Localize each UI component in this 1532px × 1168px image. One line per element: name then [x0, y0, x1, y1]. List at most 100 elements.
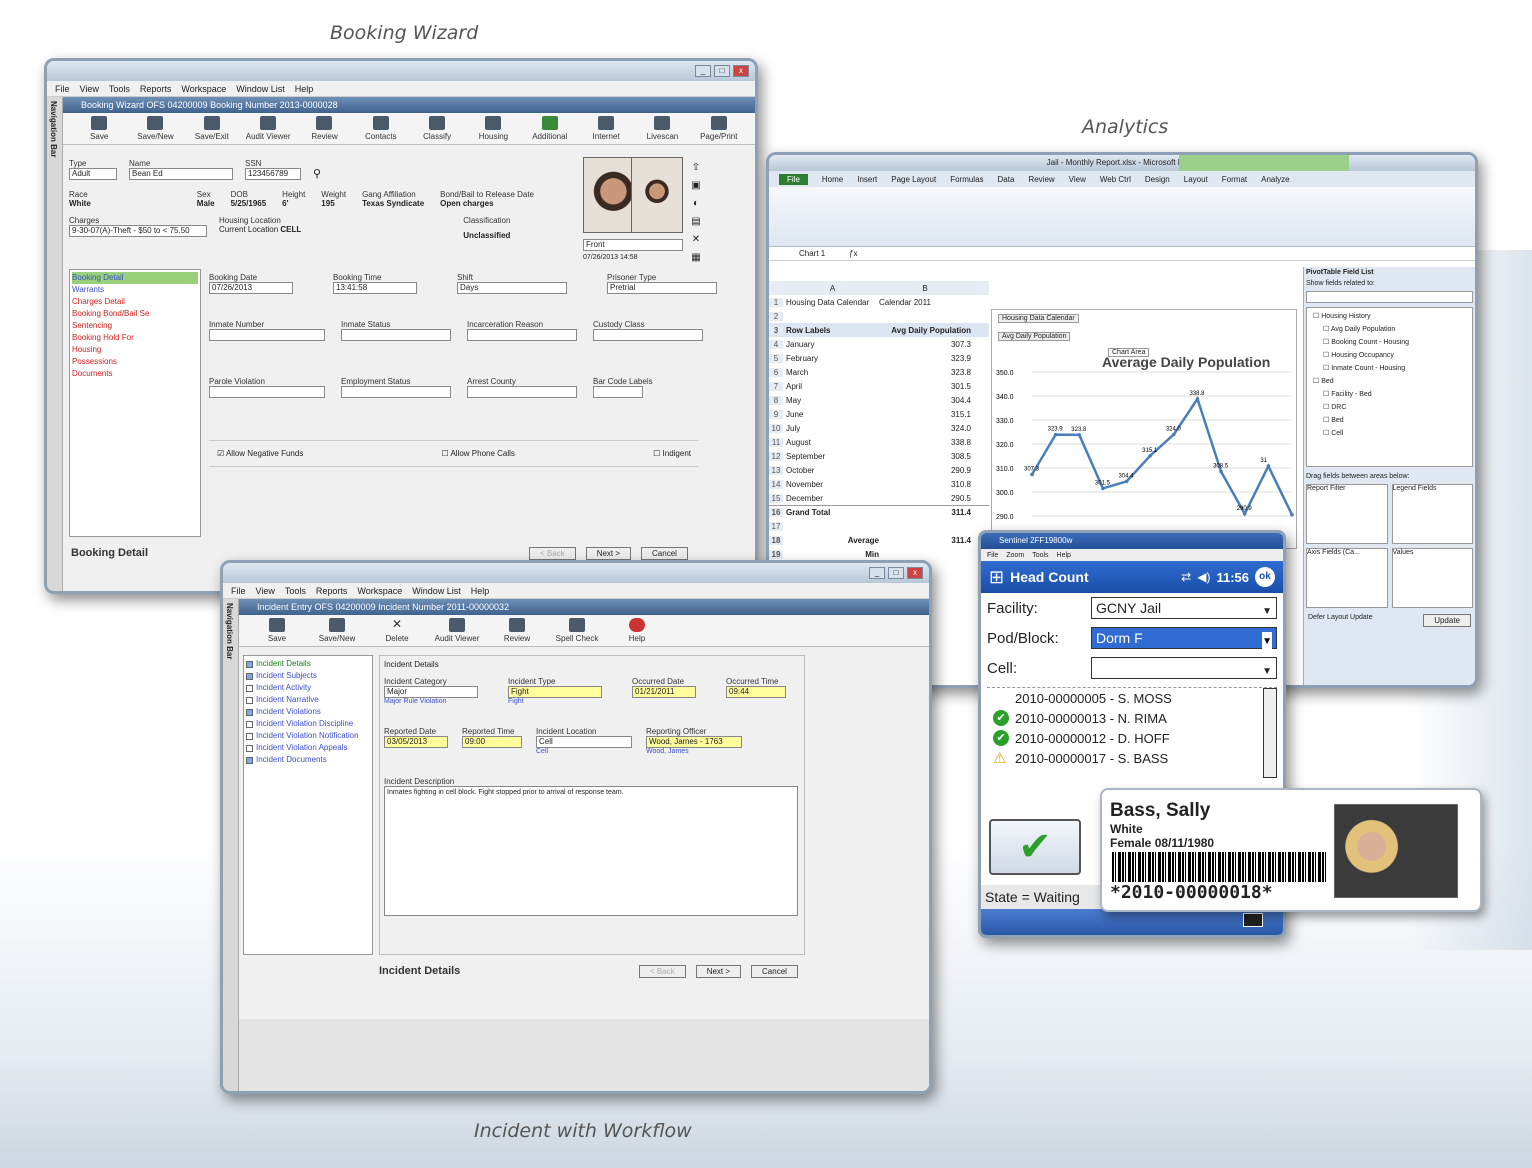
tree-item-hold[interactable]: Booking Hold For	[72, 332, 198, 344]
pivot-field-item[interactable]: ☐ Avg Daily Population	[1309, 323, 1470, 336]
next-button[interactable]: Next >	[695, 965, 742, 978]
booking-date-field[interactable]: 07/26/2013	[209, 282, 293, 294]
mobile-menu-zoom[interactable]: Zoom	[1006, 552, 1024, 559]
minimize-button[interactable]: _	[869, 567, 885, 579]
shift-select[interactable]: Days	[457, 282, 567, 294]
menu-window-list[interactable]: Window List	[236, 84, 285, 94]
cancel-button[interactable]: Cancel	[751, 965, 798, 978]
housing-button[interactable]: Housing	[467, 116, 519, 141]
tree-checkbox[interactable]	[246, 672, 253, 680]
reported-date-field[interactable]: 03/05/2013	[384, 736, 448, 748]
additional-button[interactable]: Additional	[524, 116, 576, 141]
binoculars-icon[interactable]: ⚲	[313, 159, 321, 180]
data-point[interactable]	[1124, 479, 1129, 484]
values-area[interactable]: Values	[1391, 548, 1473, 608]
row-value-cell[interactable]: 290.9	[879, 466, 975, 475]
tab-analyze[interactable]: Analyze	[1261, 175, 1289, 184]
mobile-menu-help[interactable]: Help	[1057, 552, 1071, 559]
confirm-checkmark-button[interactable]: ✔	[989, 819, 1081, 875]
series-line[interactable]	[1030, 396, 1294, 517]
speech-icon[interactable]: ◐	[689, 195, 703, 213]
menu-help[interactable]: Help	[295, 84, 314, 94]
axis-fields-area[interactable]: Axis Fields (Ca...	[1306, 548, 1388, 608]
save-new-button[interactable]: Save/New	[309, 618, 365, 643]
menu-tools[interactable]: Tools	[285, 586, 306, 596]
tree-checkbox[interactable]	[246, 660, 253, 668]
tab-layout[interactable]: Layout	[1184, 175, 1208, 184]
inmate-list-item[interactable]: ✔ 2010-00000012 - D. HOFF	[987, 728, 1277, 748]
pivot-field-item[interactable]: ☐ Booking Count - Housing	[1309, 336, 1470, 349]
data-point[interactable]	[1101, 486, 1105, 491]
mobile-menu-tools[interactable]: Tools	[1032, 552, 1048, 559]
keyboard-icon[interactable]	[1243, 913, 1263, 927]
indigent-checkbox[interactable]: ☐ Indigent	[653, 449, 691, 458]
pivot-field-item[interactable]: ☐ Facility - Bed	[1309, 388, 1470, 401]
defer-layout-checkbox[interactable]: Defer Layout Update	[1308, 614, 1373, 627]
data-point[interactable]	[1148, 453, 1152, 458]
tree-item-housing[interactable]: Housing	[72, 344, 198, 356]
maximize-button[interactable]: □	[888, 567, 904, 579]
menu-view[interactable]: View	[256, 586, 275, 596]
pivot-field-item[interactable]: ☐ DRC	[1309, 401, 1470, 414]
occurred-time-field[interactable]: 09:44	[726, 686, 786, 698]
prisoner-type-select[interactable]: Pretrial	[607, 282, 717, 294]
back-button[interactable]: < Back	[529, 547, 576, 560]
tree-checkbox[interactable]	[246, 684, 253, 692]
audit-viewer-button[interactable]: Audit Viewer	[429, 618, 485, 643]
parole-violation-select[interactable]	[209, 386, 325, 398]
data-point[interactable]	[1266, 464, 1271, 468]
delete-button[interactable]: ✕ Delete	[369, 618, 425, 643]
row-label-cell[interactable]: January	[783, 340, 879, 349]
save-button[interactable]: Save	[73, 116, 125, 141]
row-label-cell[interactable]: August	[783, 438, 879, 447]
tab-home[interactable]: Home	[822, 175, 843, 184]
delete-icon[interactable]: ✕	[689, 231, 703, 249]
incident-tree-item[interactable]: Incident Activity	[246, 682, 370, 694]
menu-workspace[interactable]: Workspace	[357, 586, 402, 596]
incident-tree-item[interactable]: Incident Documents	[246, 754, 370, 766]
audit-viewer-button[interactable]: Audit Viewer	[242, 116, 294, 141]
help-button[interactable]: Help	[609, 618, 665, 643]
pivot-field-item[interactable]: ☐ Cell	[1309, 427, 1470, 440]
name-field[interactable]: Bean Ed	[129, 168, 233, 180]
row-value-cell[interactable]: 323.9	[879, 354, 975, 363]
tree-checkbox[interactable]	[246, 708, 253, 716]
header-value-cell[interactable]: Calendar 2011	[879, 298, 975, 307]
tree-checkbox[interactable]	[246, 744, 253, 752]
incident-tree-item[interactable]: Incident Violation Discipline	[246, 718, 370, 730]
menu-window-list[interactable]: Window List	[412, 586, 461, 596]
row-label-cell[interactable]: March	[783, 368, 879, 377]
row-value-cell[interactable]: 304.4	[879, 396, 975, 405]
row-value-cell[interactable]: 310.8	[879, 480, 975, 489]
close-button[interactable]: x	[907, 567, 923, 579]
pivot-field-item[interactable]: ☐ Housing Occupancy	[1309, 349, 1470, 362]
menu-file[interactable]: File	[55, 84, 70, 94]
summary-label-cell[interactable]: Min	[783, 550, 879, 559]
category-select[interactable]: Major	[384, 686, 478, 698]
livescan-button[interactable]: Livescan	[636, 116, 688, 141]
menu-reports[interactable]: Reports	[316, 586, 348, 596]
cancel-button[interactable]: Cancel	[641, 547, 688, 560]
menu-reports[interactable]: Reports	[140, 84, 172, 94]
custody-class-select[interactable]	[593, 329, 703, 341]
booking-time-field[interactable]: 13:41:58	[333, 282, 417, 294]
row-label-cell[interactable]: Grand Total	[783, 508, 879, 517]
tab-data[interactable]: Data	[998, 175, 1015, 184]
row-label-cell[interactable]: November	[783, 480, 879, 489]
tree-checkbox[interactable]	[246, 696, 253, 704]
tab-view[interactable]: View	[1069, 175, 1086, 184]
menu-tools[interactable]: Tools	[109, 84, 130, 94]
ssn-field[interactable]: 123456789	[245, 168, 301, 180]
location-select[interactable]: Cell	[536, 736, 632, 748]
row-value-cell[interactable]: 290.5	[879, 494, 975, 503]
inmate-list-item[interactable]: ✔ 2010-00000013 - N. RIMA	[987, 708, 1277, 728]
save-button[interactable]: Save	[249, 618, 305, 643]
inmate-number-field[interactable]	[209, 329, 325, 341]
row-label-cell[interactable]: September	[783, 452, 879, 461]
menu-help[interactable]: Help	[471, 586, 490, 596]
navigation-bar[interactable]: Navigation Bar	[47, 97, 63, 591]
tree-item-bond[interactable]: Booking Bond/Bail Se	[72, 308, 198, 320]
chart-object[interactable]: Housing Data Calendar Avg Daily Populati…	[991, 309, 1297, 549]
row-label-cell[interactable]: April	[783, 382, 879, 391]
data-point[interactable]	[1219, 469, 1223, 474]
